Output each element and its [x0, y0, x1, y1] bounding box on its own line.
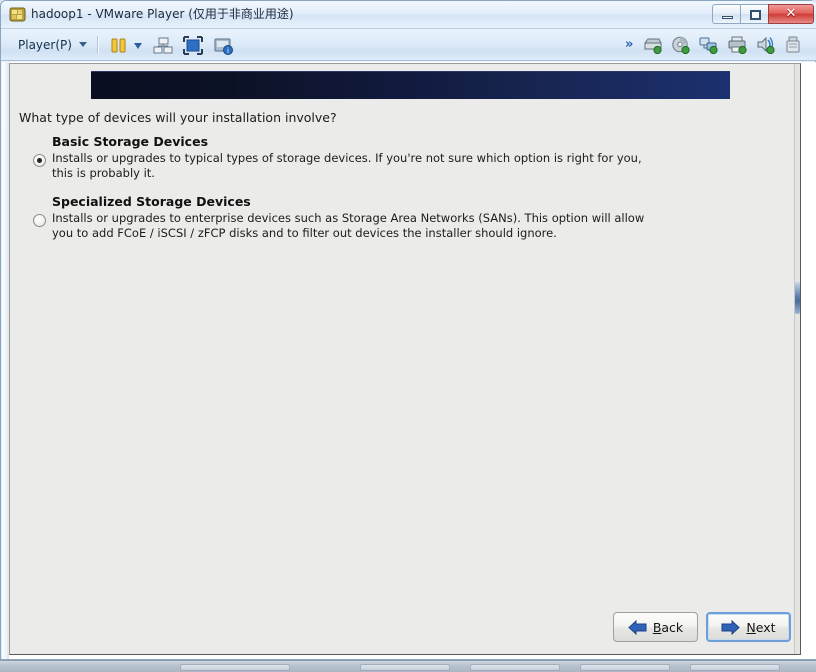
minimize-button[interactable] [712, 4, 741, 24]
taskbar-item[interactable] [360, 664, 450, 671]
toolbar: Player(P) i » [1, 29, 816, 61]
player-menu-button[interactable]: Player(P) [14, 34, 91, 55]
player-menu-label: Player(P) [18, 37, 72, 52]
cd-dvd-icon[interactable] [671, 36, 690, 55]
taskbar-item[interactable] [470, 664, 560, 671]
option-title: Basic Storage Devices [52, 134, 209, 149]
option-title: Specialized Storage Devices [52, 194, 251, 209]
option-description: Installs or upgrades to typical types of… [52, 151, 642, 180]
taskbar-item[interactable] [180, 664, 290, 671]
sound-card-icon[interactable] [756, 36, 775, 55]
full-screen-icon[interactable] [182, 35, 204, 56]
close-button[interactable]: ✕ [768, 4, 814, 24]
taskbar-item[interactable] [690, 664, 780, 671]
radio-specialized-storage[interactable] [33, 214, 46, 227]
vm-left-edge [2, 62, 9, 659]
guest-os-screen[interactable]: What type of devices will your installat… [9, 63, 801, 655]
send-ctrl-alt-del-icon[interactable]: i [212, 35, 234, 56]
title-bar[interactable]: hadoop1 - VMware Player (仅用于非商业用途) ✕ [1, 1, 816, 29]
printer-icon[interactable] [728, 36, 747, 55]
navigation-buttons: Back Next [613, 612, 791, 642]
hard-disk-icon[interactable] [643, 36, 662, 55]
window-frame: hadoop1 - VMware Player (仅用于非商业用途) ✕ Pla… [0, 0, 816, 660]
next-button[interactable]: Next [706, 612, 791, 642]
close-icon: ✕ [785, 6, 797, 21]
toolbar-overflow-icon[interactable]: » [625, 38, 639, 52]
back-button[interactable]: Back [613, 612, 698, 642]
back-button-label: Back [653, 620, 683, 635]
vm-display-area[interactable]: What type of devices will your installat… [2, 62, 816, 659]
window-title: hadoop1 - VMware Player (仅用于非商业用途) [31, 7, 294, 21]
window-controls: ✕ [712, 3, 814, 25]
radio-basic-storage[interactable] [33, 154, 46, 167]
chevron-down-icon [78, 42, 87, 47]
installer-banner [91, 71, 730, 99]
page-title: What type of devices will your installat… [19, 110, 337, 125]
host-taskbar [0, 660, 816, 672]
arrow-left-icon [628, 619, 647, 635]
unity-mode-icon[interactable] [152, 35, 174, 56]
arrow-right-icon [721, 619, 741, 635]
pause-dropdown-caret[interactable] [131, 35, 145, 56]
guest-scrollbar[interactable] [794, 64, 800, 654]
vmware-player-window: hadoop1 - VMware Player (仅用于非商业用途) ✕ Pla… [0, 0, 816, 672]
next-button-label: Next [746, 620, 775, 635]
maximize-icon [750, 10, 761, 20]
network-adapter-icon[interactable] [699, 36, 718, 55]
back-suffix: ack [661, 619, 684, 635]
taskbar-item[interactable] [580, 664, 670, 671]
pause-vm-icon[interactable] [108, 35, 130, 56]
guest-scrollbar-thumb[interactable] [795, 282, 800, 314]
usb-device-icon[interactable] [784, 36, 803, 54]
option-description: Installs or upgrades to enterprise devic… [52, 211, 645, 240]
next-mnemonic: N [746, 619, 756, 635]
next-suffix: ext [755, 619, 776, 635]
toolbar-separator [97, 36, 99, 54]
maximize-button[interactable] [740, 4, 769, 24]
minimize-icon [722, 16, 733, 19]
svg-text:i: i [227, 47, 229, 55]
vmware-player-icon [9, 6, 26, 23]
